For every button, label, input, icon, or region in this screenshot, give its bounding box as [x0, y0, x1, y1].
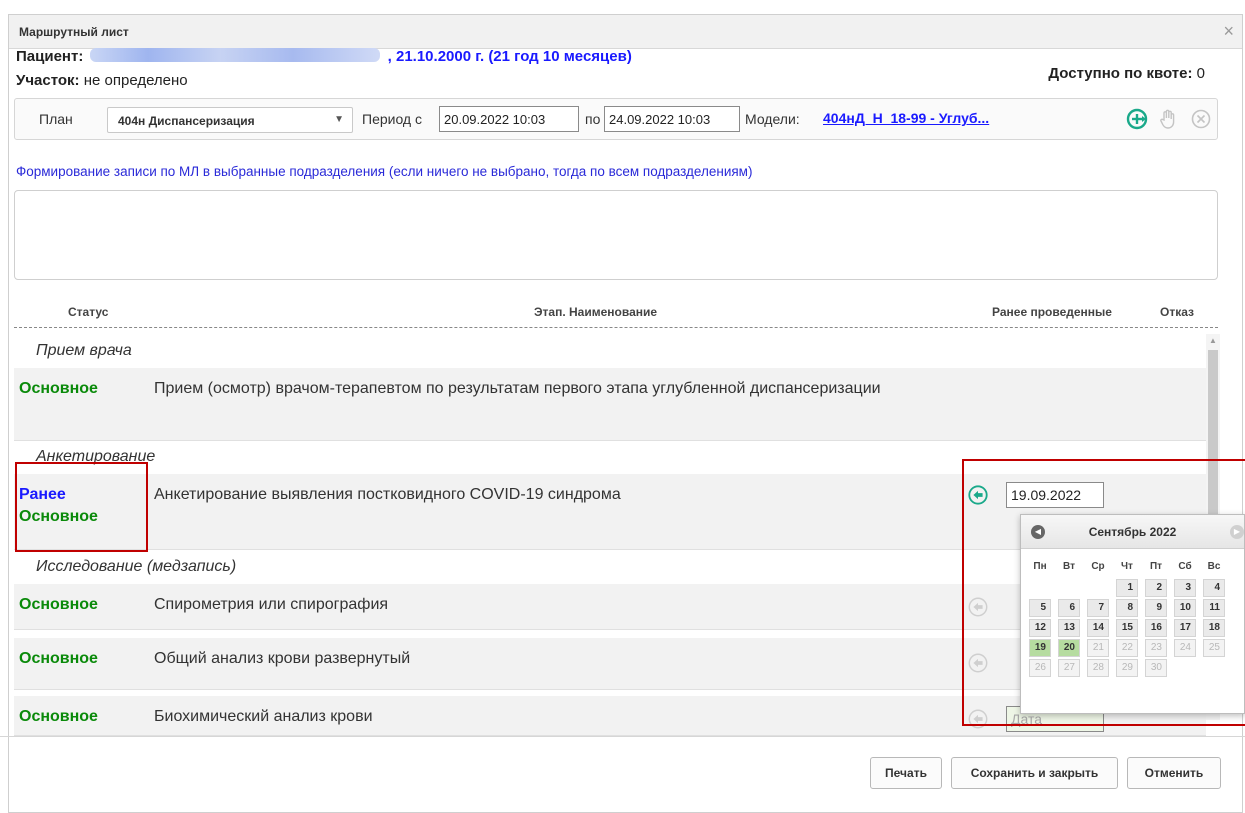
- calendar-day[interactable]: 29: [1116, 659, 1138, 677]
- calendar-day[interactable]: 19: [1029, 639, 1051, 657]
- weekday-label: Пт: [1149, 561, 1163, 572]
- period-to-input[interactable]: [604, 106, 740, 132]
- calendar-day[interactable]: 10: [1174, 599, 1196, 617]
- calendar-day[interactable]: 20: [1058, 639, 1080, 657]
- plan-label: План: [39, 111, 73, 127]
- weekday-label: Чт: [1121, 561, 1133, 572]
- footer-divider: [0, 736, 1245, 737]
- calendar-day[interactable]: 25: [1203, 639, 1225, 657]
- dialog-title: Маршрутный лист: [19, 25, 129, 39]
- weekday-label: Вт: [1063, 561, 1075, 572]
- quota-label: Доступно по квоте:: [1048, 65, 1193, 82]
- calendar-day[interactable]: 26: [1029, 659, 1051, 677]
- period-from-input[interactable]: [439, 106, 579, 132]
- date-picker-header: ◀ Сентябрь 2022 ▶: [1021, 515, 1244, 549]
- table-header: Статус Этап. Наименование Ранее проведен…: [14, 296, 1218, 328]
- weekday-label: Пн: [1033, 561, 1047, 572]
- weekday-label: Сб: [1178, 561, 1192, 572]
- scroll-up-icon[interactable]: ▲: [1209, 336, 1217, 345]
- site-label: Участок:: [16, 72, 80, 89]
- calendar-day[interactable]: 8: [1116, 599, 1138, 617]
- calendar-day[interactable]: 27: [1058, 659, 1080, 677]
- calendar-day[interactable]: 13: [1058, 619, 1080, 637]
- row-name: Прием (осмотр) врачом-терапевтом по резу…: [154, 380, 881, 397]
- calendar-day[interactable]: 28: [1087, 659, 1109, 677]
- patient-name-redacted: [90, 48, 381, 62]
- calendar-day[interactable]: 22: [1116, 639, 1138, 657]
- header-previous: Ранее проведенные: [992, 305, 1112, 319]
- period-to-label: по: [585, 111, 601, 127]
- hand-icon[interactable]: [1156, 107, 1180, 131]
- calendar-day[interactable]: 9: [1145, 599, 1167, 617]
- cancel-button[interactable]: Отменить: [1127, 757, 1221, 789]
- site-value: не определено: [79, 72, 188, 89]
- weekday-label: Ср: [1091, 561, 1105, 572]
- dialog-titlebar: Маршрутный лист ×: [9, 15, 1242, 49]
- calendar-day[interactable]: 14: [1087, 619, 1109, 637]
- plan-toolbar: План 404н Диспансеризация ▼ Период с по …: [14, 98, 1218, 140]
- annotation-highlight-status: [15, 462, 148, 552]
- calendar-day[interactable]: 24: [1174, 639, 1196, 657]
- header-status: Статус: [68, 305, 109, 319]
- row-status: Основное: [19, 380, 98, 397]
- patient-info: Пациент: , 21.10.2000 г. (21 год 10 меся…: [16, 48, 632, 65]
- date-picker-month: Сентябрь 2022: [1088, 525, 1177, 539]
- calendar-day[interactable]: 30: [1145, 659, 1167, 677]
- plan-select[interactable]: 404н Диспансеризация ▼: [107, 107, 353, 133]
- row-status: Основное: [19, 650, 98, 667]
- print-button[interactable]: Печать: [870, 757, 942, 789]
- models-label: Модели:: [745, 111, 800, 127]
- section-doctor-visit: Прием врача: [14, 336, 1206, 368]
- next-month-icon[interactable]: ▶: [1230, 525, 1244, 539]
- calendar-day[interactable]: 6: [1058, 599, 1080, 617]
- calendar-day[interactable]: 18: [1203, 619, 1225, 637]
- patient-birth-info: , 21.10.2000 г. (21 год 10 месяцев): [387, 48, 632, 65]
- table-row[interactable]: Основное Прием (осмотр) врачом-терапевто…: [14, 368, 1206, 441]
- header-refusal: Отказ: [1160, 305, 1195, 319]
- calendar-day[interactable]: 3: [1174, 579, 1196, 597]
- date-picker-popup: ◀ Сентябрь 2022 ▶ Пн Вт Ср Чт Пт Сб Вс 1…: [1020, 514, 1245, 714]
- calendar-day[interactable]: 15: [1116, 619, 1138, 637]
- calendar-day[interactable]: 23: [1145, 639, 1167, 657]
- formation-hint: Формирование записи по МЛ в выбранные по…: [16, 164, 753, 179]
- section-label: Прием врача: [36, 342, 132, 359]
- calendar-day[interactable]: 16: [1145, 619, 1167, 637]
- save-and-close-button[interactable]: Сохранить и закрыть: [951, 757, 1118, 789]
- add-circle-icon[interactable]: [1125, 107, 1149, 131]
- period-from-label: Период с: [362, 111, 422, 127]
- row-status: Основное: [19, 596, 98, 613]
- site-info: Участок: не определено: [16, 72, 188, 89]
- row-status: Основное: [19, 708, 98, 725]
- weekday-label: Вс: [1207, 561, 1221, 572]
- calendar-day[interactable]: 2: [1145, 579, 1167, 597]
- calendar-day[interactable]: 21: [1087, 639, 1109, 657]
- quota-value: 0: [1192, 65, 1205, 82]
- calendar-day[interactable]: 17: [1174, 619, 1196, 637]
- chevron-down-icon: ▼: [334, 114, 344, 125]
- row-name: Спирометрия или спирография: [154, 596, 389, 613]
- header-name: Этап. Наименование: [534, 305, 658, 319]
- calendar-day[interactable]: 7: [1087, 599, 1109, 617]
- row-name: Биохимический анализ крови: [154, 708, 373, 725]
- row-name: Анкетирование выявления постковидного CO…: [154, 486, 621, 503]
- patient-label: Пациент:: [16, 48, 84, 65]
- cancel-circle-icon[interactable]: [1189, 107, 1213, 131]
- calendar-day[interactable]: 5: [1029, 599, 1051, 617]
- departments-select-box[interactable]: [14, 190, 1218, 280]
- plan-select-value: 404н Диспансеризация: [118, 114, 255, 128]
- calendar-day[interactable]: 11: [1203, 599, 1225, 617]
- calendar-day[interactable]: 12: [1029, 619, 1051, 637]
- quota-info: Доступно по квоте: 0: [1048, 65, 1205, 82]
- calendar-day[interactable]: 4: [1203, 579, 1225, 597]
- models-link[interactable]: 404нД_Н_18-99 - Углуб...: [823, 110, 989, 126]
- close-icon[interactable]: ×: [1223, 21, 1234, 42]
- section-label: Исследование (медзапись): [36, 558, 237, 575]
- row-name: Общий анализ крови развернутый: [154, 650, 411, 667]
- calendar-day[interactable]: 1: [1116, 579, 1138, 597]
